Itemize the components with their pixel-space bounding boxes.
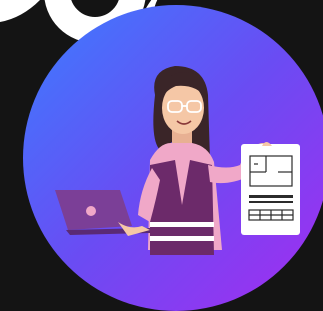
vest-stripe-upper (150, 222, 214, 227)
floor-plan-document-icon (241, 142, 300, 235)
illustration-canvas (0, 0, 323, 311)
vest-stripe-lower (150, 236, 214, 241)
illustration-svg (0, 0, 323, 311)
